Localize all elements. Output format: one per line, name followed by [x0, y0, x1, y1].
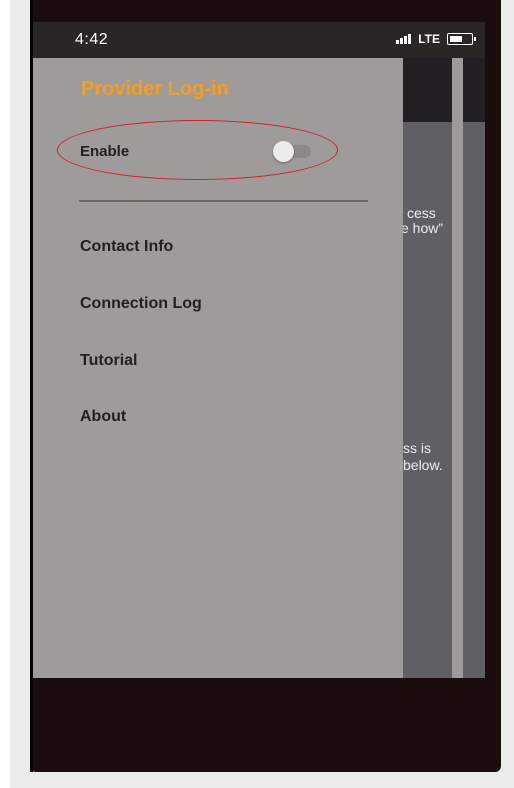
background-text-fragment: ss is — [403, 440, 431, 456]
status-time: 4:42 — [75, 31, 109, 48]
divider — [79, 200, 368, 202]
signal-bars-icon — [396, 34, 412, 44]
background-text-fragment: cess — [407, 205, 436, 221]
menu-item-tutorial[interactable]: Tutorial — [80, 352, 137, 370]
menu-item-contact-info[interactable]: Contact Info — [80, 238, 173, 256]
drawer-title: Provider Log-in — [81, 78, 229, 100]
navigation-drawer: Provider Log-in Enable Contact Info Conn… — [33, 58, 403, 678]
status-bar: 4:42 LTE — [33, 22, 485, 58]
status-indicators: LTE — [396, 32, 476, 46]
background-scroll-strip — [452, 58, 463, 678]
highlight-ellipse-annotation — [57, 120, 338, 180]
network-type: LTE — [418, 32, 440, 46]
background-text-fragment: below. — [403, 457, 443, 473]
battery-icon — [447, 33, 476, 45]
background-text-fragment: e how” — [401, 220, 444, 236]
menu-item-connection-log[interactable]: Connection Log — [80, 295, 202, 313]
menu-item-about[interactable]: About — [80, 408, 126, 426]
